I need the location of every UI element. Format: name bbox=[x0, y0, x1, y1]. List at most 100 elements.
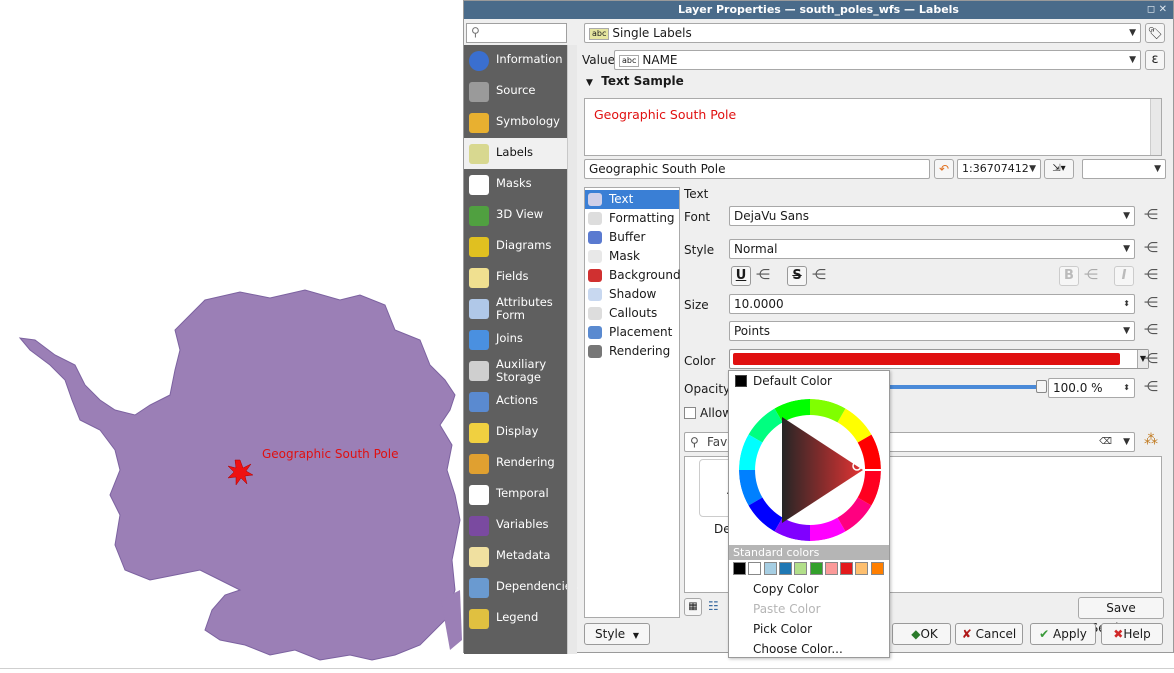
data-defined-override-icon[interactable]: ⋲ bbox=[1144, 207, 1158, 223]
tree-item-callouts[interactable]: Callouts bbox=[585, 304, 679, 323]
choose-color-item[interactable]: Choose Color... bbox=[753, 642, 843, 656]
sidebar-item-legend[interactable]: Legend bbox=[464, 603, 567, 634]
tree-item-mask[interactable]: Mask bbox=[585, 247, 679, 266]
data-defined-override-icon[interactable]: ⋲ bbox=[1144, 322, 1158, 338]
tree-item-label: Text bbox=[609, 192, 634, 206]
sidebar-item-symbology[interactable]: Symbology bbox=[464, 107, 567, 138]
opacity-spinbox[interactable]: 100.0 % ⬍ bbox=[1048, 378, 1135, 398]
data-defined-override-icon[interactable]: ⋲ bbox=[1144, 267, 1158, 283]
label-mode-select[interactable]: abc Single Labels ▼ bbox=[584, 23, 1141, 43]
sidebar-item-actions[interactable]: Actions bbox=[464, 386, 567, 417]
sidebar-item-attributes-form[interactable]: Attributes Form bbox=[464, 293, 567, 324]
tree-item-placement[interactable]: Placement bbox=[585, 323, 679, 342]
sidebar-item-auxiliary-storage[interactable]: Auxiliary Storage bbox=[464, 355, 567, 386]
size-spinbox[interactable]: 10.0000 ⬍ bbox=[729, 294, 1135, 314]
tree-item-rendering[interactable]: Rendering bbox=[585, 342, 679, 361]
data-defined-override-icon[interactable]: ⋲ bbox=[812, 267, 826, 283]
standard-color-swatch[interactable] bbox=[840, 562, 854, 575]
sidebar-item-temporal[interactable]: Temporal bbox=[464, 479, 567, 510]
data-defined-override-icon[interactable]: ⋲ bbox=[1144, 295, 1158, 311]
style-manager-icon[interactable]: ⁂ bbox=[1144, 432, 1158, 448]
opacity-slider-track[interactable] bbox=[884, 385, 1044, 389]
sidebar-item-metadata[interactable]: Metadata bbox=[464, 541, 567, 572]
sample-text-input[interactable]: Geographic South Pole bbox=[584, 159, 930, 179]
default-color-item[interactable]: Default Color bbox=[753, 374, 832, 388]
tree-item-text[interactable]: Text bbox=[585, 190, 679, 209]
font-select[interactable]: DejaVu Sans ▼ bbox=[729, 206, 1135, 226]
style-menu-button[interactable]: Style ▼ bbox=[584, 623, 650, 645]
list-view-icon[interactable]: ☷ bbox=[708, 599, 719, 613]
label-rules-button[interactable]: 🏷 bbox=[1145, 23, 1165, 43]
sidebar-item-variables[interactable]: Variables bbox=[464, 510, 567, 541]
data-defined-override-icon[interactable]: ⋲ bbox=[756, 267, 770, 283]
standard-color-swatch[interactable] bbox=[855, 562, 869, 575]
allow-checkbox[interactable] bbox=[684, 407, 696, 419]
strikethrough-button[interactable]: S bbox=[787, 266, 807, 286]
value-field-select[interactable]: abc NAME ▼ bbox=[614, 50, 1141, 70]
standard-color-swatch[interactable] bbox=[778, 562, 792, 575]
help-button[interactable]: ✖Help bbox=[1101, 623, 1163, 645]
icon-view-button[interactable]: ▦ bbox=[684, 598, 702, 616]
window-controls-icon[interactable]: ◻ ✕ bbox=[1147, 1, 1167, 19]
standard-color-swatch[interactable] bbox=[733, 562, 746, 575]
sidebar-search-input[interactable]: ⚲ bbox=[466, 23, 567, 43]
style-select[interactable]: Normal ▼ bbox=[729, 239, 1135, 259]
save-settings-button[interactable]: Save Settings... bbox=[1078, 597, 1164, 635]
sidebar-item-3d-view[interactable]: 3D View bbox=[464, 200, 567, 231]
chevron-down-icon[interactable]: ▼ bbox=[1123, 433, 1130, 451]
tree-item-buffer[interactable]: Buffer bbox=[585, 228, 679, 247]
color-wheel[interactable] bbox=[735, 397, 885, 543]
sidebar-item-joins[interactable]: Joins bbox=[464, 324, 567, 355]
standard-color-swatch[interactable] bbox=[794, 562, 808, 575]
sidebar-item-fields[interactable]: Fields bbox=[464, 262, 567, 293]
bold-button[interactable]: B bbox=[1059, 266, 1079, 286]
cancel-button[interactable]: ✘ Cancel bbox=[955, 623, 1023, 645]
paste-color-item[interactable]: Paste Color bbox=[753, 602, 821, 616]
text-sample-header[interactable]: ▼ Text Sample bbox=[586, 74, 684, 88]
background-color-button[interactable]: ▼ bbox=[1082, 159, 1166, 179]
tree-item-shadow[interactable]: Shadow bbox=[585, 285, 679, 304]
pick-color-item[interactable]: Pick Color bbox=[753, 622, 812, 636]
apply-button[interactable]: ✔ Apply bbox=[1030, 623, 1096, 645]
sidebar-item-display[interactable]: Display bbox=[464, 417, 567, 448]
sidebar-scrollbar[interactable] bbox=[567, 45, 577, 654]
sidebar-item-label: Variables bbox=[496, 517, 549, 531]
ok-button[interactable]: ◆OK bbox=[892, 623, 951, 645]
standard-color-swatch[interactable] bbox=[870, 562, 884, 575]
preview-scrollbar[interactable] bbox=[1150, 99, 1161, 155]
map-scale-button[interactable]: ⇲▾ bbox=[1044, 159, 1074, 179]
map-canvas[interactable]: Geographic South Pole bbox=[0, 0, 463, 668]
clear-icon[interactable]: ⌫ bbox=[1099, 433, 1112, 451]
sidebar-item-source[interactable]: Source bbox=[464, 76, 567, 107]
sidebar-item-diagrams[interactable]: Diagrams bbox=[464, 231, 567, 262]
data-defined-override-icon[interactable]: ⋲ bbox=[1144, 240, 1158, 256]
italic-button[interactable]: I bbox=[1114, 266, 1134, 286]
spin-arrows-icon[interactable]: ⬍ bbox=[1123, 379, 1130, 397]
standard-color-swatch[interactable] bbox=[809, 562, 823, 575]
standard-color-swatch[interactable] bbox=[763, 562, 777, 575]
expression-button[interactable]: ε bbox=[1145, 50, 1165, 70]
copy-color-item[interactable]: Copy Color bbox=[753, 582, 819, 596]
sidebar-item-dependencies[interactable]: Dependencies bbox=[464, 572, 578, 603]
data-defined-override-icon[interactable]: ⋲ bbox=[1084, 267, 1098, 283]
standard-color-swatch[interactable] bbox=[824, 562, 838, 575]
sidebar-item-rendering[interactable]: Rendering bbox=[464, 448, 567, 479]
standard-colors-header: Standard colors bbox=[729, 545, 889, 560]
callouts-icon bbox=[588, 307, 602, 320]
scale-select[interactable]: 1:36707412 ▼ bbox=[957, 159, 1041, 179]
dialog-titlebar[interactable]: Layer Properties — south_poles_wfs — Lab… bbox=[464, 1, 1173, 19]
tree-item-formatting[interactable]: Formatting bbox=[585, 209, 679, 228]
data-defined-override-icon[interactable]: ⋲ bbox=[1144, 379, 1158, 395]
data-defined-override-icon[interactable]: ⋲ bbox=[1144, 351, 1158, 367]
size-unit-select[interactable]: Points ▼ bbox=[729, 321, 1135, 341]
tree-item-background[interactable]: Background bbox=[585, 266, 681, 285]
standard-color-swatch[interactable] bbox=[748, 562, 762, 575]
color-button[interactable]: ▼ bbox=[729, 349, 1149, 369]
opacity-slider-handle[interactable] bbox=[1036, 380, 1047, 393]
spin-arrows-icon[interactable]: ⬍ bbox=[1123, 295, 1130, 313]
underline-button[interactable]: U bbox=[731, 266, 751, 286]
sidebar-item-labels[interactable]: Labels bbox=[464, 138, 567, 169]
sidebar-item-masks[interactable]: Masks bbox=[464, 169, 567, 200]
reset-sample-button[interactable]: ↶ bbox=[934, 159, 954, 179]
sidebar-item-information[interactable]: Information bbox=[464, 45, 567, 76]
